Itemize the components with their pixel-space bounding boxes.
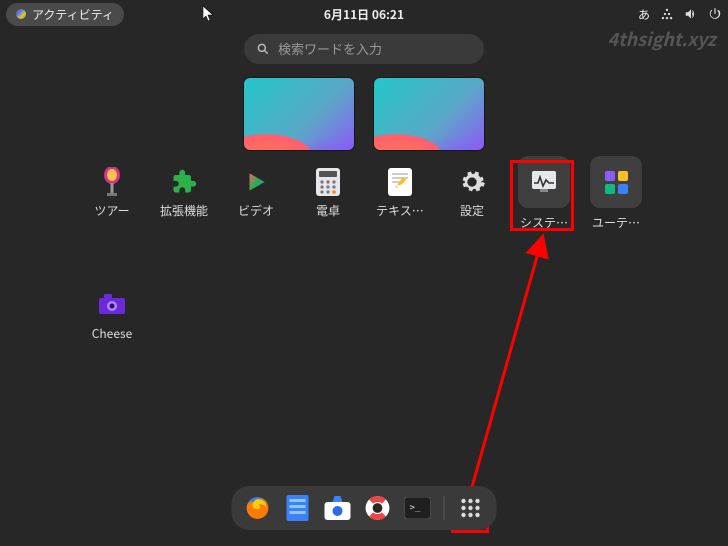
annotation-highlight-system: [510, 160, 574, 231]
dock-firefox[interactable]: [244, 494, 272, 522]
tour-icon: [98, 168, 126, 196]
text-editor-icon: [386, 168, 414, 196]
ime-indicator[interactable]: あ: [638, 6, 650, 23]
network-icon[interactable]: [660, 7, 674, 21]
videos-icon: [242, 168, 270, 196]
app-utilities-folder[interactable]: ユーテ…: [580, 168, 652, 231]
app-label: ツアー: [94, 202, 129, 219]
gear-icon: [458, 168, 486, 196]
dock: >_: [232, 486, 497, 530]
dock-separator: [444, 496, 445, 520]
calculator-icon: [314, 168, 342, 196]
search-input[interactable]: [278, 42, 472, 57]
activities-button[interactable]: アクティビティ: [6, 3, 124, 26]
app-cheese[interactable]: Cheese: [76, 291, 148, 342]
utilities-folder-icon: [605, 171, 628, 194]
watermark-text: 4thsight.xyz: [607, 26, 716, 52]
activities-icon: [16, 9, 26, 19]
app-label: 電卓: [316, 202, 340, 219]
dock-show-apps[interactable]: [457, 494, 485, 522]
extensions-icon: [170, 168, 198, 196]
dock-help[interactable]: [364, 494, 392, 522]
workspace-thumbnail-2[interactable]: [374, 78, 484, 150]
activities-label: アクティビティ: [32, 6, 114, 23]
app-label: 拡張機能: [160, 202, 208, 219]
search-field[interactable]: [244, 34, 484, 64]
dock-software[interactable]: [324, 494, 352, 522]
app-label: ビデオ: [238, 202, 274, 219]
power-icon[interactable]: [708, 7, 722, 21]
app-calculator[interactable]: 電卓: [292, 168, 364, 231]
app-label: 設定: [460, 202, 484, 219]
app-tour[interactable]: ツアー: [76, 168, 148, 231]
svg-text:>_: >_: [410, 503, 421, 513]
app-label: ユーテ…: [592, 214, 640, 231]
dock-terminal[interactable]: >_: [404, 494, 432, 522]
app-videos[interactable]: ビデオ: [220, 168, 292, 231]
app-text-editor[interactable]: テキス…: [364, 168, 436, 231]
search-icon: [256, 42, 270, 56]
app-settings[interactable]: 設定: [436, 168, 508, 231]
app-label: テキス…: [376, 202, 424, 219]
cheese-icon: [98, 291, 126, 319]
volume-icon[interactable]: [684, 7, 698, 21]
app-label: Cheese: [92, 325, 133, 342]
dock-files[interactable]: [284, 494, 312, 522]
workspace-thumbnail-1[interactable]: [244, 78, 354, 150]
app-extensions[interactable]: 拡張機能: [148, 168, 220, 231]
clock-datetime[interactable]: 6月11日 06:21: [324, 6, 404, 23]
